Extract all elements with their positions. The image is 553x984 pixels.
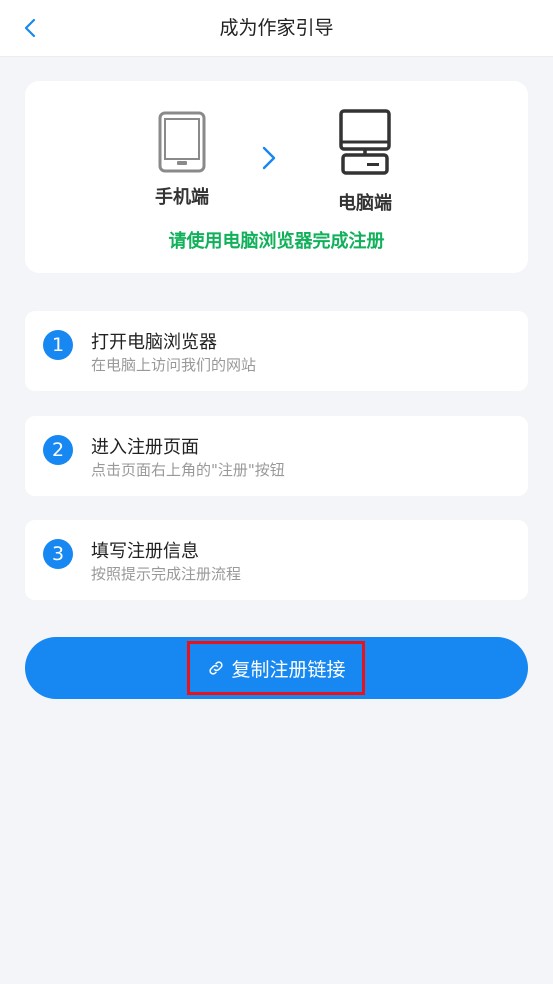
step-description: 点击页面右上角的"注册"按钮 <box>91 461 285 479</box>
step-card-3: 3 填写注册信息 按照提示完成注册流程 <box>25 520 528 600</box>
step-card-2: 2 进入注册页面 点击页面右上角的"注册"按钮 <box>25 416 528 496</box>
step-number-badge: 3 <box>43 539 73 569</box>
chevron-right-icon <box>262 146 276 170</box>
pc-label: 电脑端 <box>338 193 392 214</box>
instruction-text: 请使用电脑浏览器完成注册 <box>168 231 385 252</box>
step-description: 在电脑上访问我们的网站 <box>91 356 257 374</box>
copy-button-content: 复制注册链接 <box>25 637 528 699</box>
step-title: 打开电脑浏览器 <box>91 332 217 353</box>
copy-register-link-button[interactable]: 复制注册链接 <box>25 637 528 699</box>
step-number-badge: 1 <box>43 330 73 360</box>
page-title: 成为作家引导 <box>219 17 334 39</box>
step-title: 填写注册信息 <box>91 541 199 562</box>
mobile-label: 手机端 <box>155 187 209 208</box>
step-title: 进入注册页面 <box>91 437 199 458</box>
mobile-phone-icon <box>158 111 206 173</box>
step-description: 按照提示完成注册流程 <box>91 565 242 583</box>
top-nav-bar: 成为作家引导 <box>0 0 553 57</box>
step-number-badge: 2 <box>43 435 73 465</box>
step-card-1: 1 打开电脑浏览器 在电脑上访问我们的网站 <box>25 311 528 391</box>
copy-button-label: 复制注册链接 <box>231 658 346 681</box>
device-guide-card: 手机端 电脑端 请使用电脑浏览器完成注册 <box>25 81 528 273</box>
link-icon <box>207 659 225 677</box>
desktop-computer-icon <box>339 109 391 175</box>
